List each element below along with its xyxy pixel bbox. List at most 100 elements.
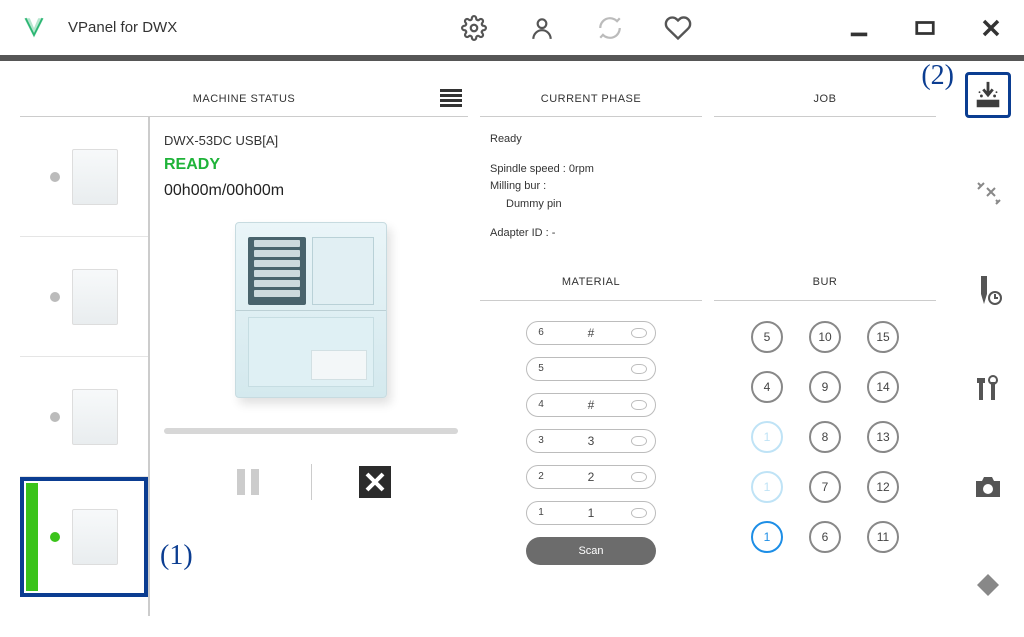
material-slot[interactable]: 6 #	[526, 321, 656, 345]
output-button[interactable]	[965, 72, 1011, 118]
camera-button[interactable]	[965, 464, 1011, 510]
header-toolbar	[460, 14, 692, 42]
minimize-icon[interactable]	[846, 15, 872, 41]
material-slot-val: 2	[588, 470, 595, 484]
main-area: MACHINE STATUS	[0, 61, 1024, 626]
material-slot[interactable]: 1 1	[526, 501, 656, 525]
bur-slot[interactable]: 8	[809, 421, 841, 453]
material-body: 6 # 5 4 # 3 3 2 2	[480, 301, 702, 577]
machine-thumb-icon	[72, 509, 118, 565]
hamburger-icon[interactable]	[440, 89, 462, 107]
user-icon[interactable]	[528, 14, 556, 42]
bur-title: BUR	[714, 265, 936, 301]
milling-bur-label: Milling bur :	[490, 178, 692, 196]
bur-slot[interactable]: 4	[751, 371, 783, 403]
disc-icon	[631, 400, 647, 410]
material-slot-val: 1	[588, 506, 595, 520]
current-phase-title: CURRENT PHASE	[480, 81, 702, 117]
material-slot[interactable]: 3 3	[526, 429, 656, 453]
diamond-button[interactable]	[965, 562, 1011, 608]
material-slot-val: #	[588, 398, 595, 412]
job-panel: JOB	[714, 81, 936, 257]
stop-button[interactable]	[354, 464, 396, 500]
machine-list-item[interactable]	[20, 117, 148, 237]
machine-render-icon	[211, 212, 411, 412]
material-slot[interactable]: 5	[526, 357, 656, 381]
bur-slot[interactable]: 1	[751, 471, 783, 503]
bur-slot[interactable]: 6	[809, 521, 841, 553]
machine-status-panel: MACHINE STATUS	[20, 81, 468, 616]
app-logo-icon	[20, 14, 48, 42]
machine-thumb-icon	[72, 389, 118, 445]
material-slot-num: 6	[527, 327, 555, 338]
bur-slot[interactable]: 11	[867, 521, 899, 553]
pause-button[interactable]	[227, 464, 269, 500]
close-icon[interactable]	[978, 15, 1004, 41]
bur-body: 510154914181317121611	[714, 301, 936, 565]
disc-icon	[631, 472, 647, 482]
bur-slot[interactable]: 12	[867, 471, 899, 503]
machine-state: READY	[164, 156, 458, 174]
machine-time: 00h00m/00h00m	[164, 182, 458, 200]
playback-controls	[164, 464, 458, 500]
disc-icon	[631, 328, 647, 338]
callout-1: (1)	[160, 540, 193, 572]
material-slot-num: 4	[527, 399, 555, 410]
material-panel: MATERIAL 6 # 5 4 # 3 3 2	[480, 265, 702, 577]
window-controls	[846, 15, 1004, 41]
milling-bur-value: Dummy pin	[490, 196, 692, 214]
job-title: JOB	[714, 81, 936, 117]
bur-slot[interactable]: 14	[867, 371, 899, 403]
scan-button[interactable]: Scan	[526, 537, 656, 565]
titlebar: VPanel for DWX	[0, 0, 1024, 55]
machine-status-header: MACHINE STATUS	[20, 81, 468, 117]
maximize-icon[interactable]	[912, 15, 938, 41]
material-slot-num: 5	[527, 363, 555, 374]
material-slot[interactable]: 2 2	[526, 465, 656, 489]
current-phase-panel: CURRENT PHASE Ready Spindle speed : 0rpm…	[480, 81, 702, 257]
current-phase-body: Ready Spindle speed : 0rpm Milling bur :…	[480, 117, 702, 257]
machine-list-item[interactable]	[20, 357, 148, 477]
disc-icon	[631, 364, 647, 374]
status-dot-icon	[50, 532, 60, 542]
machine-detail: DWX-53DC USB[A] READY 00h00m/00h00m	[150, 117, 468, 616]
disc-icon	[631, 436, 647, 446]
status-dot-icon	[50, 412, 60, 422]
machine-thumb-icon	[72, 269, 118, 325]
bur-slot[interactable]: 13	[867, 421, 899, 453]
tools-button[interactable]	[965, 366, 1011, 412]
bur-slot[interactable]: 5	[751, 321, 783, 353]
material-slot-val: 3	[588, 434, 595, 448]
refresh-icon[interactable]	[596, 14, 624, 42]
machine-name: DWX-53DC USB[A]	[164, 133, 458, 148]
bur-slot[interactable]: 9	[809, 371, 841, 403]
spindle-speed: Spindle speed : 0rpm	[490, 161, 692, 179]
bur-slot[interactable]: 1	[751, 421, 783, 453]
settings-icon[interactable]	[460, 14, 488, 42]
bur-slot[interactable]: 7	[809, 471, 841, 503]
material-slot[interactable]: 4 #	[526, 393, 656, 417]
phase-status: Ready	[490, 131, 692, 149]
machine-list-item-selected[interactable]	[20, 477, 148, 597]
bur-slot[interactable]: 10	[809, 321, 841, 353]
divider	[311, 464, 312, 500]
disc-icon	[631, 508, 647, 518]
app-title: VPanel for DWX	[68, 19, 177, 36]
status-dot-icon	[50, 292, 60, 302]
status-dot-icon	[50, 172, 60, 182]
material-title: MATERIAL	[480, 265, 702, 301]
right-rail	[956, 72, 1020, 608]
material-slot-num: 3	[527, 435, 555, 446]
callout-2: (2)	[921, 60, 954, 92]
favorite-icon[interactable]	[664, 14, 692, 42]
bur-slot[interactable]: 15	[867, 321, 899, 353]
material-slot-val: #	[588, 326, 595, 340]
material-slot-num: 1	[527, 507, 555, 518]
progress-bar	[164, 428, 458, 434]
machine-list-item[interactable]	[20, 237, 148, 357]
right-columns: CURRENT PHASE Ready Spindle speed : 0rpm…	[480, 81, 936, 616]
adapter-id: Adapter ID : -	[490, 225, 692, 243]
bur-schedule-button[interactable]	[965, 268, 1011, 314]
clean-button[interactable]	[965, 170, 1011, 216]
bur-slot[interactable]: 1	[751, 521, 783, 553]
